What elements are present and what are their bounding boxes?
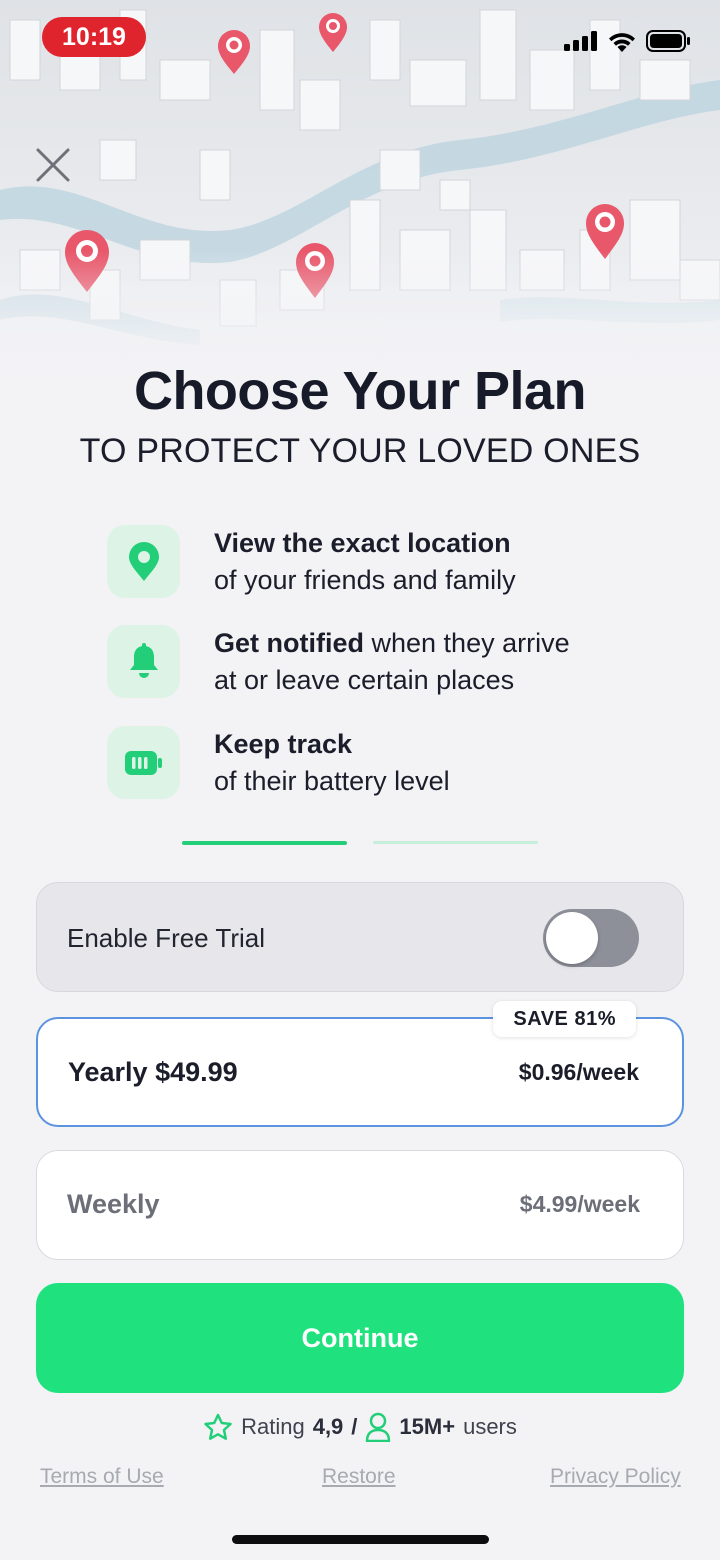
hero-map-image bbox=[0, 0, 720, 420]
status-icons bbox=[564, 30, 690, 52]
pager-indicator-active bbox=[182, 841, 347, 845]
users-suffix: users bbox=[463, 1414, 517, 1439]
close-icon bbox=[36, 148, 70, 182]
cellular-signal-icon bbox=[564, 31, 597, 51]
restore-link[interactable]: Restore bbox=[322, 1465, 396, 1489]
user-icon bbox=[366, 1412, 391, 1442]
battery-level-icon bbox=[107, 726, 180, 799]
feature-battery-text: Keep track of their battery level bbox=[214, 726, 450, 800]
feature-location-desc: of your friends and family bbox=[214, 565, 516, 595]
plan-yearly-name: Yearly $49.99 bbox=[68, 1057, 238, 1087]
location-pin-icon bbox=[107, 525, 180, 598]
terms-link[interactable]: Terms of Use bbox=[40, 1465, 164, 1489]
home-indicator bbox=[232, 1535, 489, 1544]
feature-notifications-title: Get notified bbox=[214, 628, 364, 658]
status-time: 10:19 bbox=[42, 17, 146, 57]
plan-weekly-price: $4.99/week bbox=[519, 1191, 640, 1217]
feature-notifications-text: Get notified when they arrive at or leav… bbox=[214, 625, 570, 699]
toggle-knob bbox=[546, 912, 598, 964]
feature-battery-desc: of their battery level bbox=[214, 766, 450, 796]
privacy-link[interactable]: Privacy Policy bbox=[550, 1465, 681, 1489]
rating-row: Rating 4,9 / 15M+ users bbox=[0, 1408, 720, 1446]
feature-notifications: Get notified when they arrive at or leav… bbox=[107, 625, 667, 705]
feature-location-text: View the exact location of your friends … bbox=[214, 525, 516, 599]
feature-battery: Keep track of their battery level bbox=[107, 726, 667, 806]
page-subtitle: TO PROTECT YOUR LOVED ONES bbox=[79, 432, 641, 470]
users-count: 15M+ bbox=[399, 1414, 456, 1439]
battery-icon bbox=[646, 30, 690, 52]
pager-indicator-inactive bbox=[373, 841, 538, 844]
rating-prefix: Rating bbox=[241, 1414, 305, 1439]
free-trial-label: Enable Free Trial bbox=[67, 923, 265, 953]
wifi-icon bbox=[609, 32, 635, 52]
rating-separator: / bbox=[351, 1414, 358, 1439]
plan-weekly[interactable]: Weekly $4.99/week bbox=[36, 1150, 684, 1260]
plan-yearly[interactable]: SAVE 81% Yearly $49.99 $0.96/week bbox=[36, 1001, 684, 1127]
feature-location-title: View the exact location bbox=[214, 528, 511, 558]
free-trial-toggle[interactable] bbox=[543, 909, 639, 967]
save-badge: SAVE 81% bbox=[493, 1001, 636, 1037]
rating-value: 4,9 bbox=[312, 1414, 344, 1439]
feature-notifications-desc: at or leave certain places bbox=[214, 665, 515, 695]
feature-location: View the exact location of your friends … bbox=[107, 525, 667, 605]
feature-battery-title: Keep track bbox=[214, 729, 353, 759]
plan-weekly-name: Weekly bbox=[67, 1189, 160, 1219]
page-title: Choose Your Plan bbox=[133, 361, 587, 421]
continue-button[interactable]: Continue bbox=[36, 1283, 684, 1393]
free-trial-row[interactable]: Enable Free Trial bbox=[36, 882, 684, 992]
feature-notifications-inline: when they arrive bbox=[364, 628, 570, 658]
plan-yearly-price: $0.96/week bbox=[518, 1059, 639, 1085]
bell-icon bbox=[107, 625, 180, 698]
close-button[interactable] bbox=[32, 144, 74, 186]
star-icon bbox=[204, 1413, 232, 1440]
